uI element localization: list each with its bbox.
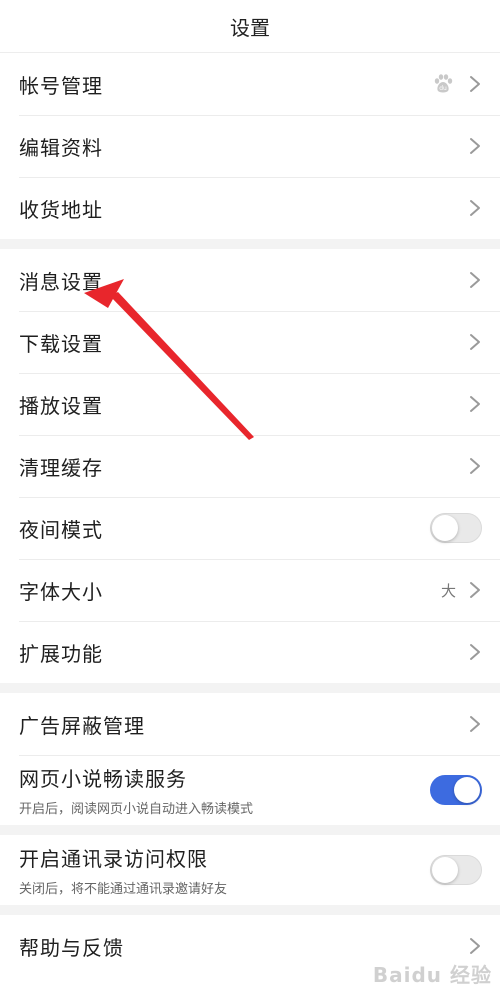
svg-text:du: du	[439, 85, 447, 92]
settings-row-accessory	[430, 513, 482, 543]
chevron-right-icon	[468, 456, 482, 476]
settings-row-label: 消息设置	[19, 269, 103, 294]
settings-row-text: 播放设置	[19, 390, 468, 419]
settings-row-label: 帮助与反馈	[19, 935, 124, 960]
settings-row-label: 下载设置	[19, 331, 103, 356]
settings-row-accessory: du	[432, 73, 482, 95]
settings-row-label: 广告屏蔽管理	[19, 713, 145, 738]
settings-row-text: 帐号管理	[19, 70, 432, 99]
header: 设置	[0, 0, 500, 53]
settings-row-text: 扩展功能	[19, 638, 468, 667]
settings-row-text: 帮助与反馈	[19, 932, 468, 961]
settings-row-text: 网页小说畅读服务开启后，阅读网页小说自动进入畅读模式	[19, 763, 430, 817]
toggle-switch[interactable]	[430, 513, 482, 543]
settings-group: 帐号管理 du 编辑资料收货地址	[0, 53, 500, 239]
settings-row-text: 下载设置	[19, 328, 468, 357]
section-divider	[0, 905, 500, 915]
settings-row[interactable]: 广告屏蔽管理	[0, 693, 500, 755]
settings-row-description: 关闭后，将不能通过通讯录邀请好友	[19, 882, 228, 897]
settings-row-text: 字体大小	[19, 576, 441, 605]
toggle-switch[interactable]	[430, 855, 482, 885]
settings-row-label: 编辑资料	[19, 135, 103, 160]
settings-row-accessory	[430, 855, 482, 885]
settings-group: 广告屏蔽管理网页小说畅读服务开启后，阅读网页小说自动进入畅读模式	[0, 693, 500, 825]
section-divider	[0, 239, 500, 249]
chevron-right-icon	[468, 580, 482, 600]
settings-row[interactable]: 清理缓存	[0, 435, 500, 497]
settings-row[interactable]: 下载设置	[0, 311, 500, 373]
settings-row-text: 收货地址	[19, 194, 468, 223]
font-size-value: 大	[440, 581, 456, 600]
settings-row-accessory: 大	[441, 580, 482, 601]
settings-row-text: 夜间模式	[19, 514, 430, 543]
settings-row-description: 开启后，阅读网页小说自动进入畅读模式	[19, 802, 254, 817]
settings-row-label: 字体大小	[19, 579, 103, 604]
settings-row[interactable]: 播放设置	[0, 373, 500, 435]
chevron-right-icon	[468, 74, 482, 94]
watermark-logo: Baidu 经验	[372, 963, 492, 987]
settings-row-text: 广告屏蔽管理	[19, 710, 468, 739]
settings-row[interactable]: 开启通讯录访问权限关闭后，将不能通过通讯录邀请好友	[0, 835, 500, 905]
toggle-knob	[432, 857, 458, 883]
settings-row-accessory	[468, 136, 482, 156]
settings-row-label: 清理缓存	[19, 455, 103, 480]
settings-group: 开启通讯录访问权限关闭后，将不能通过通讯录邀请好友	[0, 835, 500, 905]
settings-row[interactable]: 收货地址	[0, 177, 500, 239]
chevron-right-icon	[468, 270, 482, 290]
page-title: 设置	[230, 15, 270, 40]
settings-row-label: 扩展功能	[19, 641, 103, 666]
toggle-knob	[432, 515, 458, 541]
settings-row-text: 清理缓存	[19, 452, 468, 481]
settings-row-accessory	[468, 936, 482, 956]
settings-row-accessory	[430, 775, 482, 805]
settings-row-accessory	[468, 394, 482, 414]
chevron-right-icon	[468, 198, 482, 218]
chevron-right-icon	[468, 642, 482, 662]
settings-row-label: 收货地址	[19, 197, 103, 222]
baidu-paw-icon: du	[432, 73, 454, 95]
chevron-right-icon	[468, 136, 482, 156]
settings-row[interactable]: 夜间模式	[0, 497, 500, 559]
settings-row-text: 编辑资料	[19, 132, 468, 161]
settings-row-accessory	[468, 642, 482, 662]
settings-row-text: 消息设置	[19, 266, 468, 295]
section-divider	[0, 825, 500, 835]
settings-row[interactable]: 字体大小 大	[0, 559, 500, 621]
chevron-right-icon	[468, 714, 482, 734]
toggle-switch[interactable]	[430, 775, 482, 805]
toggle-knob	[454, 777, 480, 803]
chevron-right-icon	[468, 332, 482, 352]
settings-row-accessory	[468, 270, 482, 290]
settings-row[interactable]: 网页小说畅读服务开启后，阅读网页小说自动进入畅读模式	[0, 755, 500, 825]
settings-row-label: 网页小说畅读服务	[19, 767, 187, 791]
settings-row-accessory	[468, 714, 482, 734]
settings-row-label: 开启通讯录访问权限	[19, 847, 208, 871]
settings-row[interactable]: 扩展功能	[0, 621, 500, 683]
settings-row-accessory	[468, 456, 482, 476]
settings-group: 消息设置下载设置播放设置清理缓存夜间模式字体大小 大扩展功能	[0, 249, 500, 683]
section-divider	[0, 683, 500, 693]
settings-row[interactable]: 编辑资料	[0, 115, 500, 177]
settings-row[interactable]: 帐号管理 du	[0, 53, 500, 115]
settings-row-accessory	[468, 332, 482, 352]
settings-row-label: 播放设置	[19, 393, 103, 418]
settings-row-label: 夜间模式	[19, 517, 103, 542]
settings-row-text: 开启通讯录访问权限关闭后，将不能通过通讯录邀请好友	[19, 843, 430, 897]
chevron-right-icon	[468, 394, 482, 414]
settings-list: 帐号管理 du 编辑资料收货地址消息设置下载设置播放设置清理缓存夜间模式字体大小 大扩…	[0, 53, 500, 977]
settings-row-label: 帐号管理	[19, 73, 103, 98]
settings-row[interactable]: 消息设置	[0, 249, 500, 311]
settings-row-accessory	[468, 198, 482, 218]
chevron-right-icon	[468, 936, 482, 956]
